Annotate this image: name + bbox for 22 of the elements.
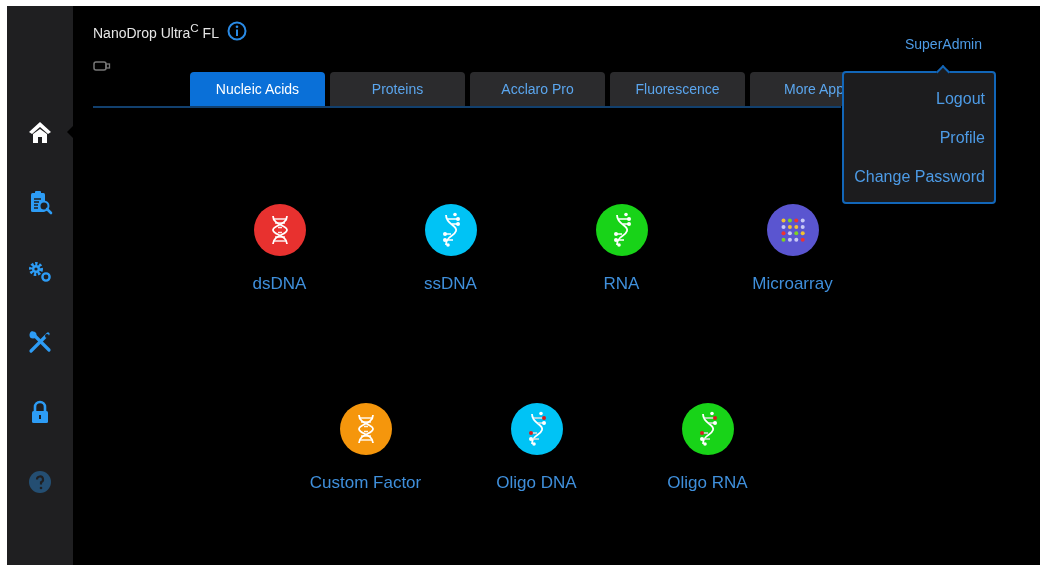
app-tile[interactable]: ssDNA [365,203,536,294]
home-icon[interactable] [27,119,53,145]
app-tile[interactable]: Custom Factor [280,402,451,493]
app-tile[interactable]: dsDNA [194,203,365,294]
menu-item[interactable]: Profile [939,128,985,147]
usb-drive-icon [93,61,111,71]
app-tile[interactable]: Oligo DNA [451,402,622,493]
tab[interactable]: Acclaro Pro [470,72,605,106]
device-title: NanoDrop Ultra$^{C}$ FL [93,21,219,41]
selection-pointer [67,126,73,138]
menu-item[interactable]: Change Password [854,167,985,186]
tools-icon[interactable] [27,329,53,355]
app-tile[interactable]: Microarray [707,203,878,294]
tab[interactable]: Fluorescence [610,72,745,106]
app-tile[interactable]: RNA [536,203,707,294]
tab[interactable]: Nucleic Acids [190,72,325,106]
info-icon[interactable] [226,21,247,41]
tab[interactable]: Proteins [330,72,465,106]
user-menu-button[interactable]: SuperAdmin [904,36,982,52]
app-tile[interactable]: Oligo RNA [622,402,793,493]
gears-icon[interactable] [27,259,53,285]
menu-item[interactable]: Logout [936,89,985,108]
